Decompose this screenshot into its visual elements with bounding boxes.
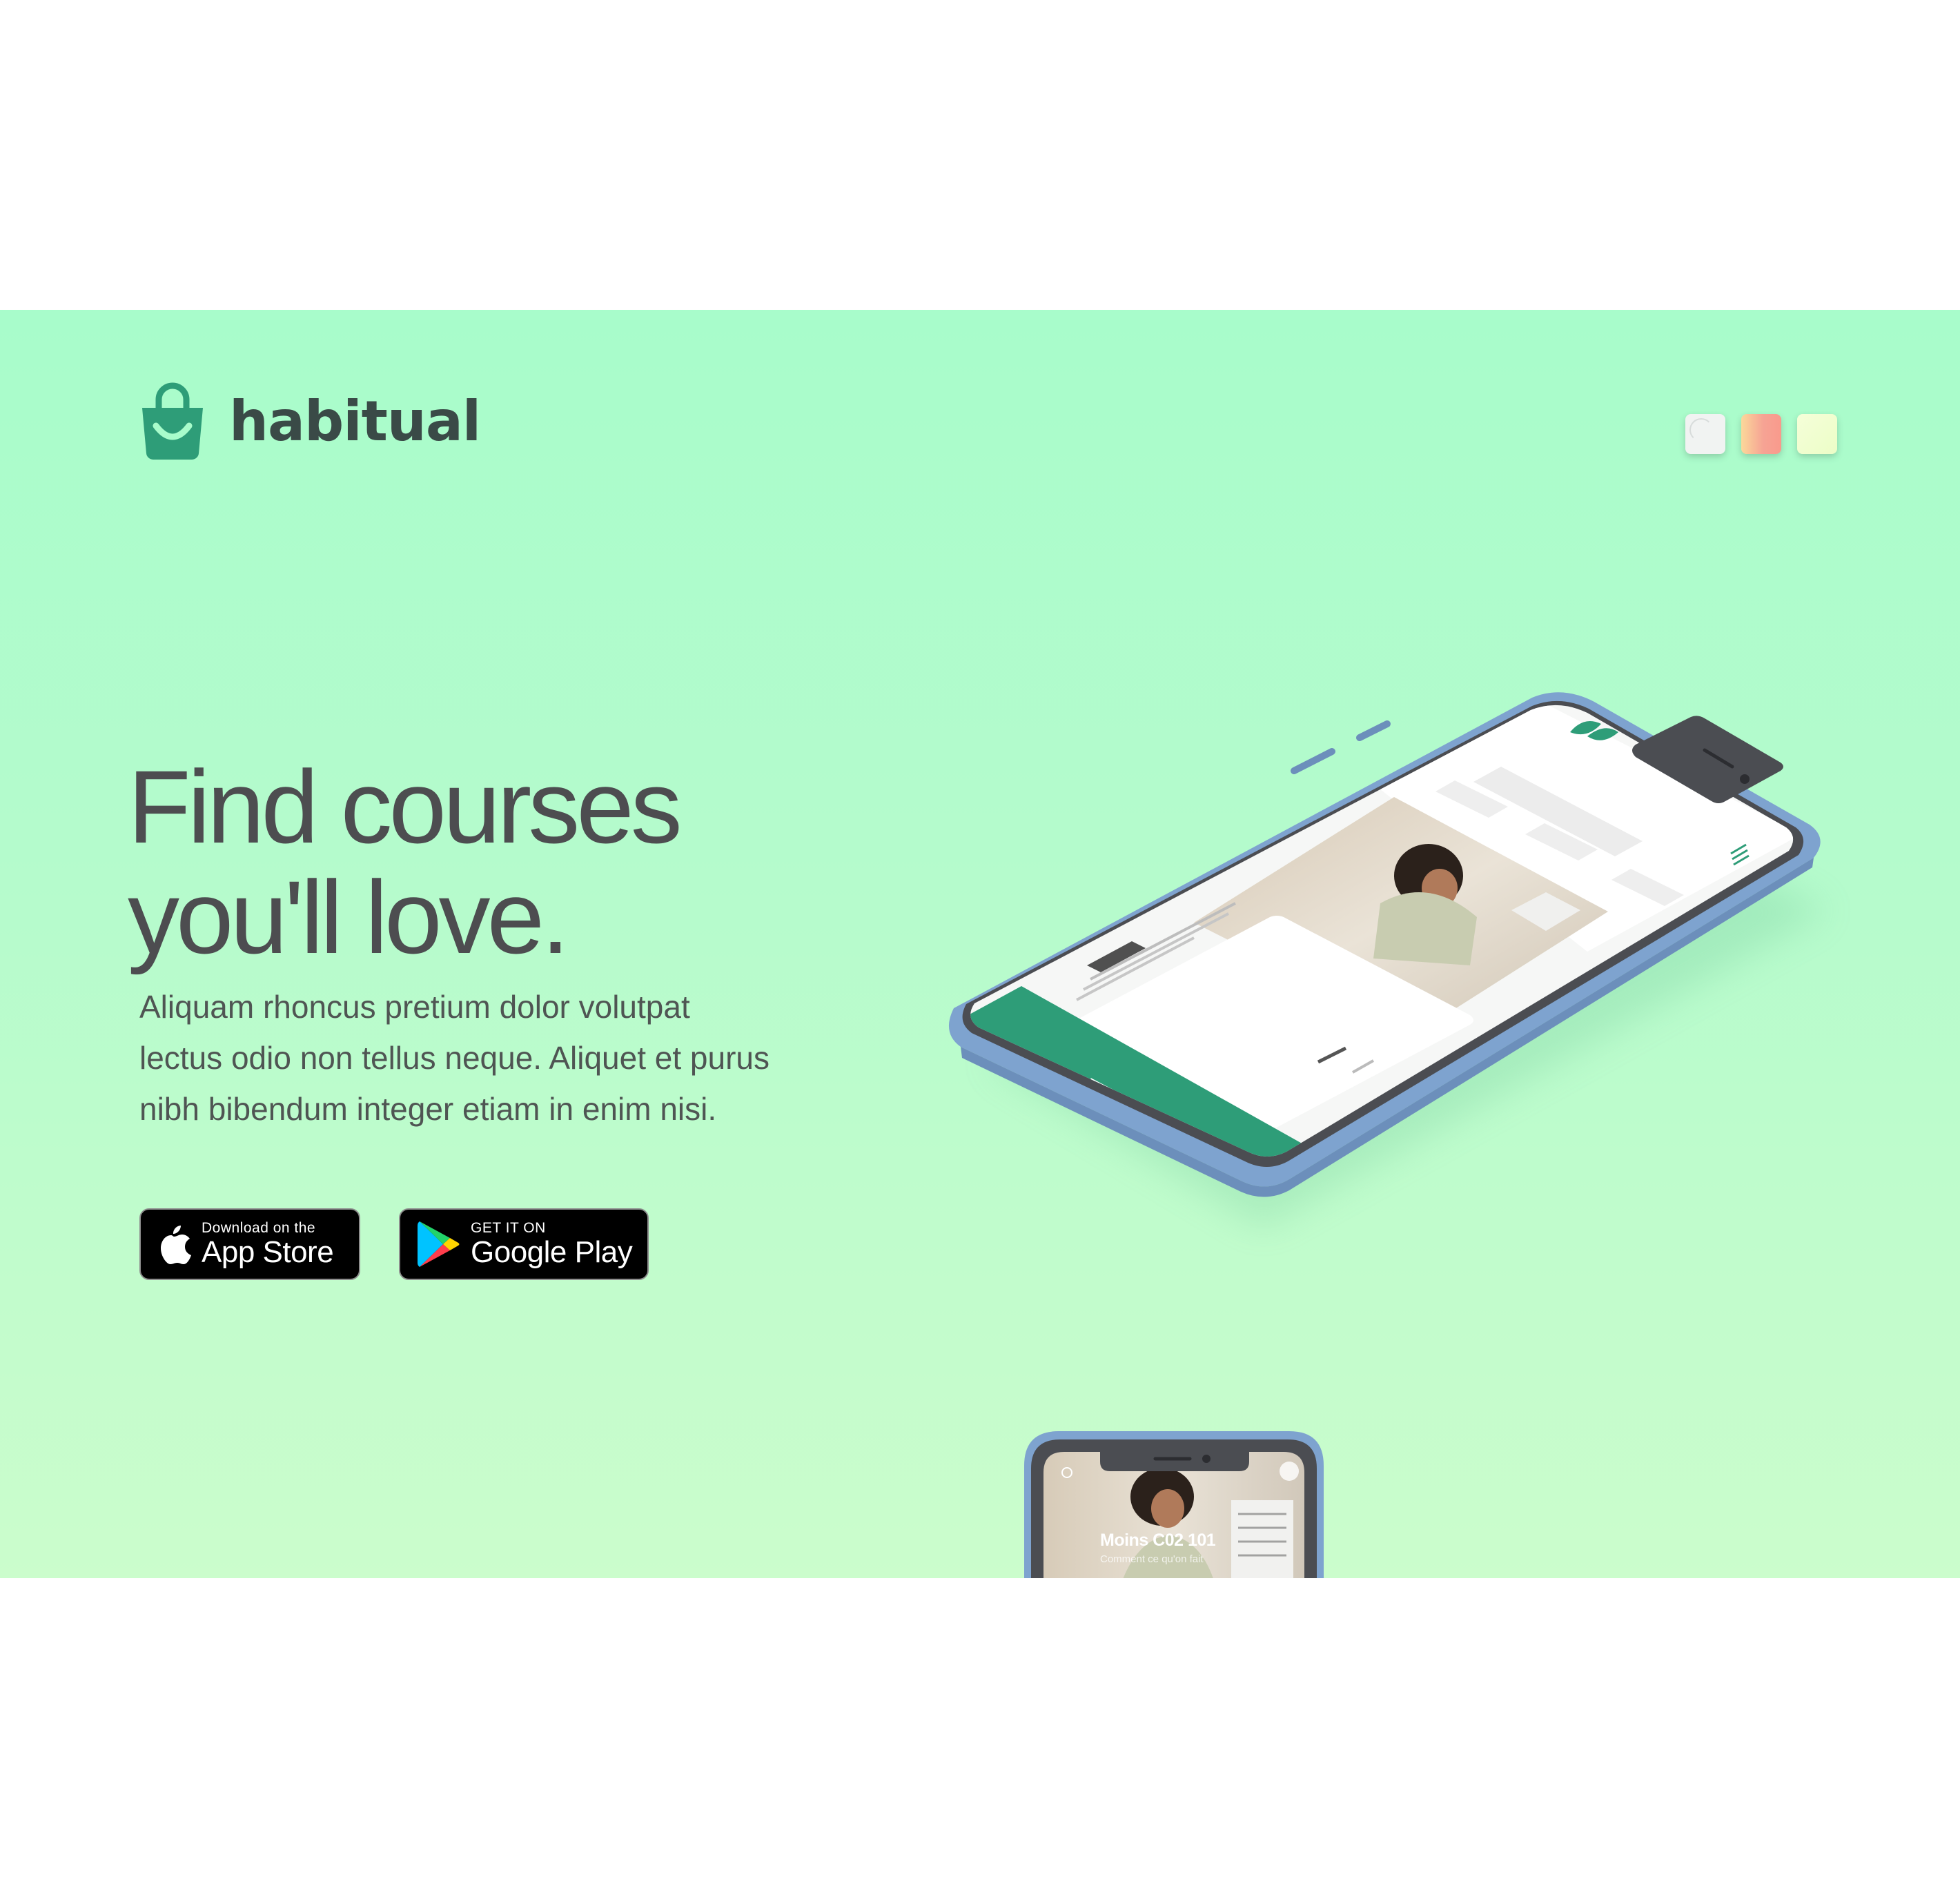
google-play-button[interactable]: GET IT ON Google Play bbox=[399, 1208, 649, 1280]
brand-name: habitual bbox=[229, 389, 481, 453]
app-store-labels: Download on the App Store bbox=[202, 1220, 334, 1269]
app-store-label: App Store bbox=[202, 1235, 334, 1269]
description-line-2: lectus odio non tellus neque. Aliquet et… bbox=[139, 1040, 770, 1076]
secondary-phone-course-title: Moins C02 101 bbox=[1100, 1531, 1216, 1550]
theme-swatch-light[interactable] bbox=[1685, 414, 1725, 454]
hero-description: Aliquam rhoncus pretium dolor volutpat l… bbox=[139, 981, 802, 1134]
apple-icon bbox=[161, 1226, 191, 1264]
google-play-icon bbox=[418, 1221, 460, 1267]
theme-switcher bbox=[1685, 414, 1837, 454]
secondary-phone-course-subtitle: Comment ce qu'on fait bbox=[1100, 1553, 1204, 1565]
app-store-button[interactable]: Download on the App Store bbox=[139, 1208, 360, 1280]
page: habitual Find courses you'll love. Aliqu… bbox=[0, 0, 1960, 1888]
theme-swatch-warm[interactable] bbox=[1741, 414, 1781, 454]
hero-headline: Find courses you'll love. bbox=[128, 751, 887, 972]
description-line-1: Aliquam rhoncus pretium dolor volutpat bbox=[139, 989, 690, 1025]
google-play-small-label: GET IT ON bbox=[471, 1220, 546, 1236]
brand-logo[interactable]: habitual bbox=[138, 382, 481, 462]
phone-mockup-secondary: Moins C02 101 Comment ce qu'on fait bbox=[1024, 1431, 1324, 1578]
theme-swatch-mint[interactable] bbox=[1797, 414, 1837, 454]
shopping-bag-smile-icon bbox=[142, 382, 203, 460]
hero-section: habitual Find courses you'll love. Aliqu… bbox=[0, 310, 1960, 1578]
phone-mockup-illustration bbox=[948, 692, 1829, 1228]
phone-mockup-main bbox=[945, 692, 1843, 1269]
google-play-label: Google Play bbox=[471, 1235, 633, 1269]
headline-line-1: Find courses bbox=[128, 749, 683, 865]
description-line-3: nibh bibendum integer etiam in enim nisi… bbox=[139, 1091, 717, 1127]
headline-line-2: you'll love. bbox=[128, 859, 570, 975]
google-play-labels: GET IT ON Google Play bbox=[471, 1220, 633, 1269]
app-store-small-label: Download on the bbox=[202, 1220, 316, 1236]
